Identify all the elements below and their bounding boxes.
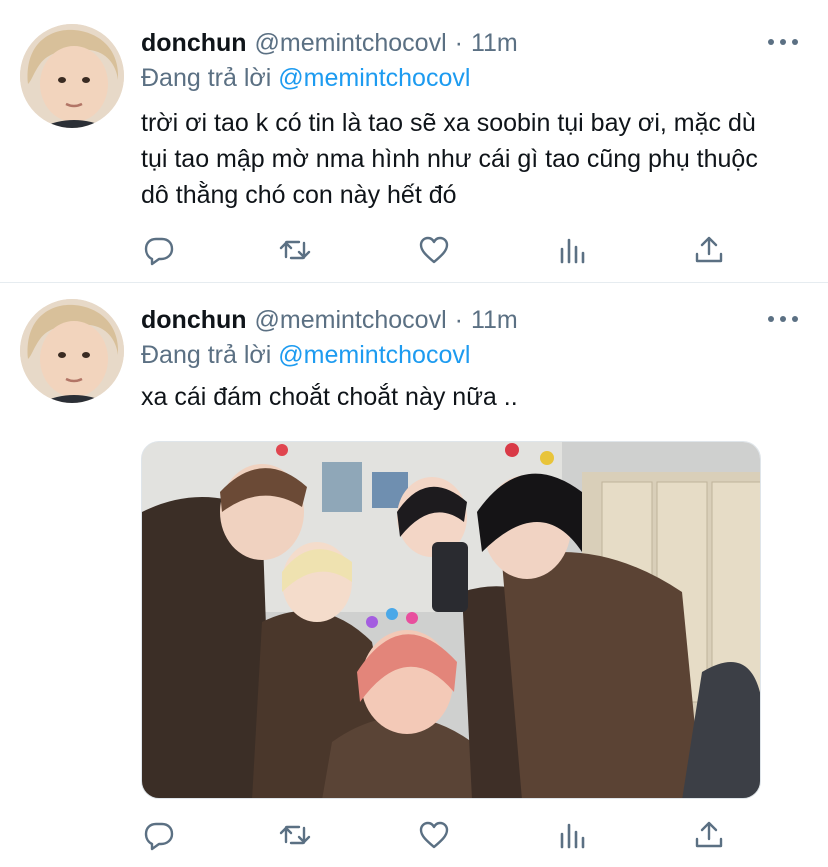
retweet-button[interactable] bbox=[277, 232, 313, 268]
tweet-photo[interactable] bbox=[141, 441, 761, 799]
tweet-text: trời ơi tao k có tin là tao sẽ xa soobin… bbox=[141, 109, 758, 209]
reply-icon bbox=[144, 237, 174, 266]
replying-to-label: Đang trả lời bbox=[141, 64, 272, 92]
more-icon[interactable] bbox=[768, 34, 798, 50]
avatar[interactable] bbox=[20, 24, 124, 128]
like-button[interactable] bbox=[416, 232, 452, 268]
group-photo bbox=[142, 442, 760, 798]
tweet[interactable]: donchun @memintchocovl · 11m Đang trả lờ… bbox=[0, 0, 828, 283]
tweet[interactable]: donchun @memintchocovl · 11m Đang trả lờ… bbox=[0, 283, 828, 867]
avatar[interactable] bbox=[20, 299, 124, 403]
retweet-icon bbox=[279, 240, 311, 260]
tweet-actions bbox=[141, 232, 731, 268]
share-icon bbox=[695, 236, 723, 263]
stats-button[interactable] bbox=[555, 232, 591, 268]
stats-icon bbox=[560, 823, 585, 849]
replying-to-label: Đang trả lời bbox=[141, 341, 272, 369]
reply-icon bbox=[144, 822, 174, 851]
stats-icon bbox=[560, 238, 585, 264]
share-icon bbox=[695, 821, 723, 848]
like-button[interactable] bbox=[416, 817, 452, 853]
retweet-button[interactable] bbox=[277, 817, 313, 853]
share-button[interactable] bbox=[691, 232, 727, 268]
user-handle[interactable]: @memintchocovl bbox=[255, 305, 447, 335]
more-icon[interactable] bbox=[768, 311, 798, 327]
user-handle[interactable]: @memintchocovl bbox=[255, 28, 447, 58]
replying-to: Đang trả lời @memintchocovl bbox=[141, 63, 470, 93]
share-button[interactable] bbox=[691, 817, 727, 853]
timestamp[interactable]: 11m bbox=[471, 28, 518, 58]
tweet-header: donchun @memintchocovl · 11m bbox=[141, 28, 518, 58]
stats-button[interactable] bbox=[555, 817, 591, 853]
display-name[interactable]: donchun bbox=[141, 28, 247, 58]
tweet-actions bbox=[141, 817, 731, 853]
separator-dot: · bbox=[454, 306, 463, 334]
replying-to: Đang trả lời @memintchocovl bbox=[141, 340, 470, 370]
tweet-header: donchun @memintchocovl · 11m bbox=[141, 305, 518, 335]
separator-dot: · bbox=[454, 29, 463, 57]
replying-to-mention[interactable]: @memintchocovl bbox=[278, 341, 470, 369]
display-name[interactable]: donchun bbox=[141, 305, 247, 335]
retweet-icon bbox=[279, 825, 311, 845]
like-icon bbox=[419, 821, 449, 849]
reply-button[interactable] bbox=[141, 817, 177, 853]
reply-button[interactable] bbox=[141, 232, 177, 268]
like-icon bbox=[419, 236, 449, 264]
tweet-text: xa cái đám choắt choắt này nữa .. bbox=[141, 383, 518, 411]
timestamp[interactable]: 11m bbox=[471, 305, 518, 335]
replying-to-mention[interactable]: @memintchocovl bbox=[278, 64, 470, 92]
